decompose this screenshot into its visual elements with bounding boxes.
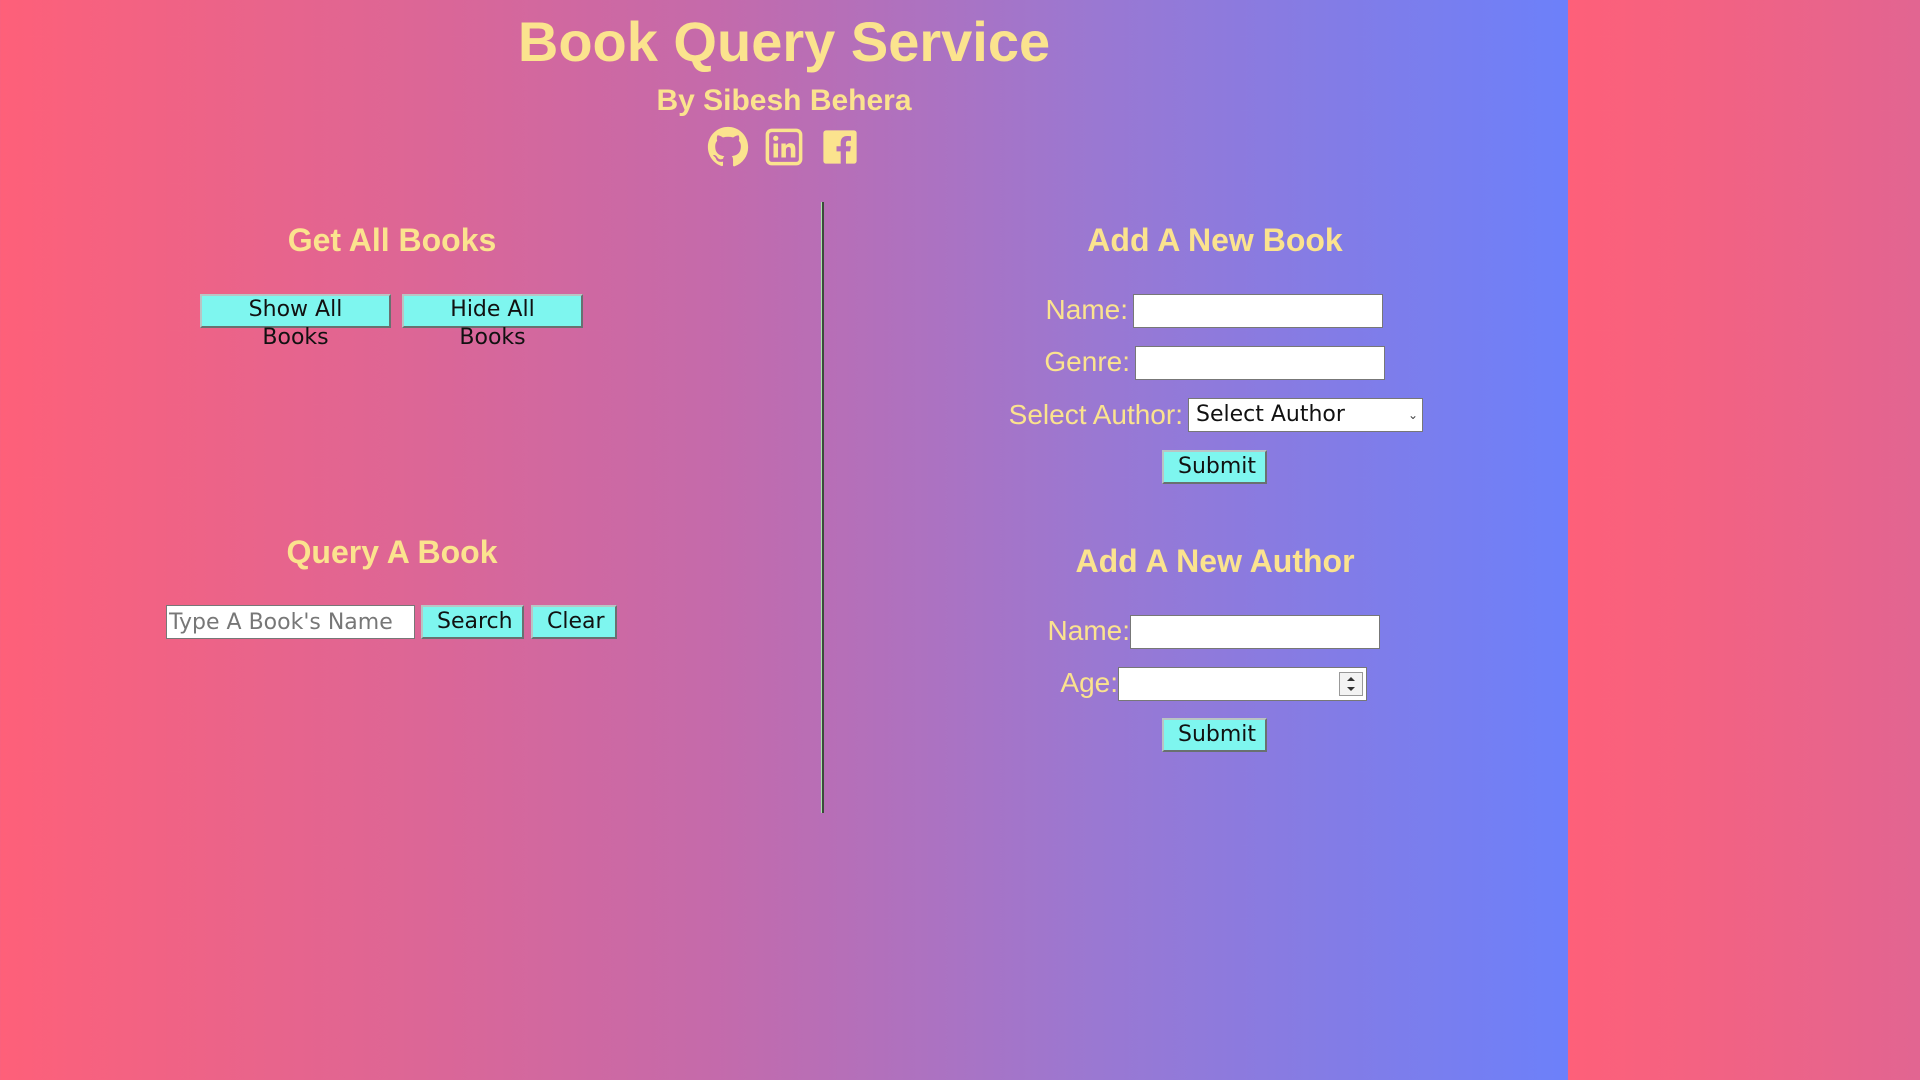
author-select[interactable]: Select Author ⌄ — [1188, 398, 1423, 432]
add-book-submit-button[interactable]: Submit — [1162, 450, 1267, 484]
book-name-label: Name: — [1045, 294, 1128, 325]
stepper-up-icon[interactable] — [1347, 677, 1355, 681]
add-book-heading: Add A New Book — [1087, 222, 1343, 258]
author-select-value: Select Author — [1196, 402, 1345, 427]
column-divider — [821, 202, 824, 813]
author-age-label: Age: — [1060, 667, 1118, 698]
author-age-input[interactable] — [1118, 667, 1367, 701]
query-book-heading: Query A Book — [286, 534, 498, 570]
facebook-icon[interactable] — [819, 124, 861, 170]
get-all-books-heading: Get All Books — [287, 222, 497, 258]
search-button[interactable]: Search — [421, 605, 524, 639]
social-links — [0, 124, 1568, 170]
github-icon[interactable] — [707, 124, 749, 170]
book-search-input[interactable] — [166, 605, 415, 639]
show-all-books-button[interactable]: Show All Books — [200, 294, 391, 350]
author-name-label: Name: — [1047, 615, 1130, 646]
book-name-input[interactable] — [1133, 294, 1383, 328]
select-author-label: Select Author: — [1008, 399, 1183, 430]
book-genre-label: Genre: — [1044, 346, 1130, 377]
page-title: Book Query Service — [517, 10, 1051, 73]
chevron-down-icon: ⌄ — [1407, 408, 1418, 422]
hide-all-books-button[interactable]: Hide All Books — [402, 294, 583, 350]
page-subtitle: By Sibesh Behera — [656, 84, 912, 117]
number-stepper[interactable] — [1339, 672, 1363, 696]
book-genre-input[interactable] — [1135, 346, 1385, 380]
stepper-down-icon[interactable] — [1347, 687, 1355, 691]
add-author-heading: Add A New Author — [1075, 543, 1355, 579]
clear-button[interactable]: Clear — [531, 605, 617, 639]
linkedin-icon[interactable] — [763, 124, 805, 170]
author-name-input[interactable] — [1130, 615, 1380, 649]
add-author-submit-button[interactable]: Submit — [1162, 718, 1267, 752]
